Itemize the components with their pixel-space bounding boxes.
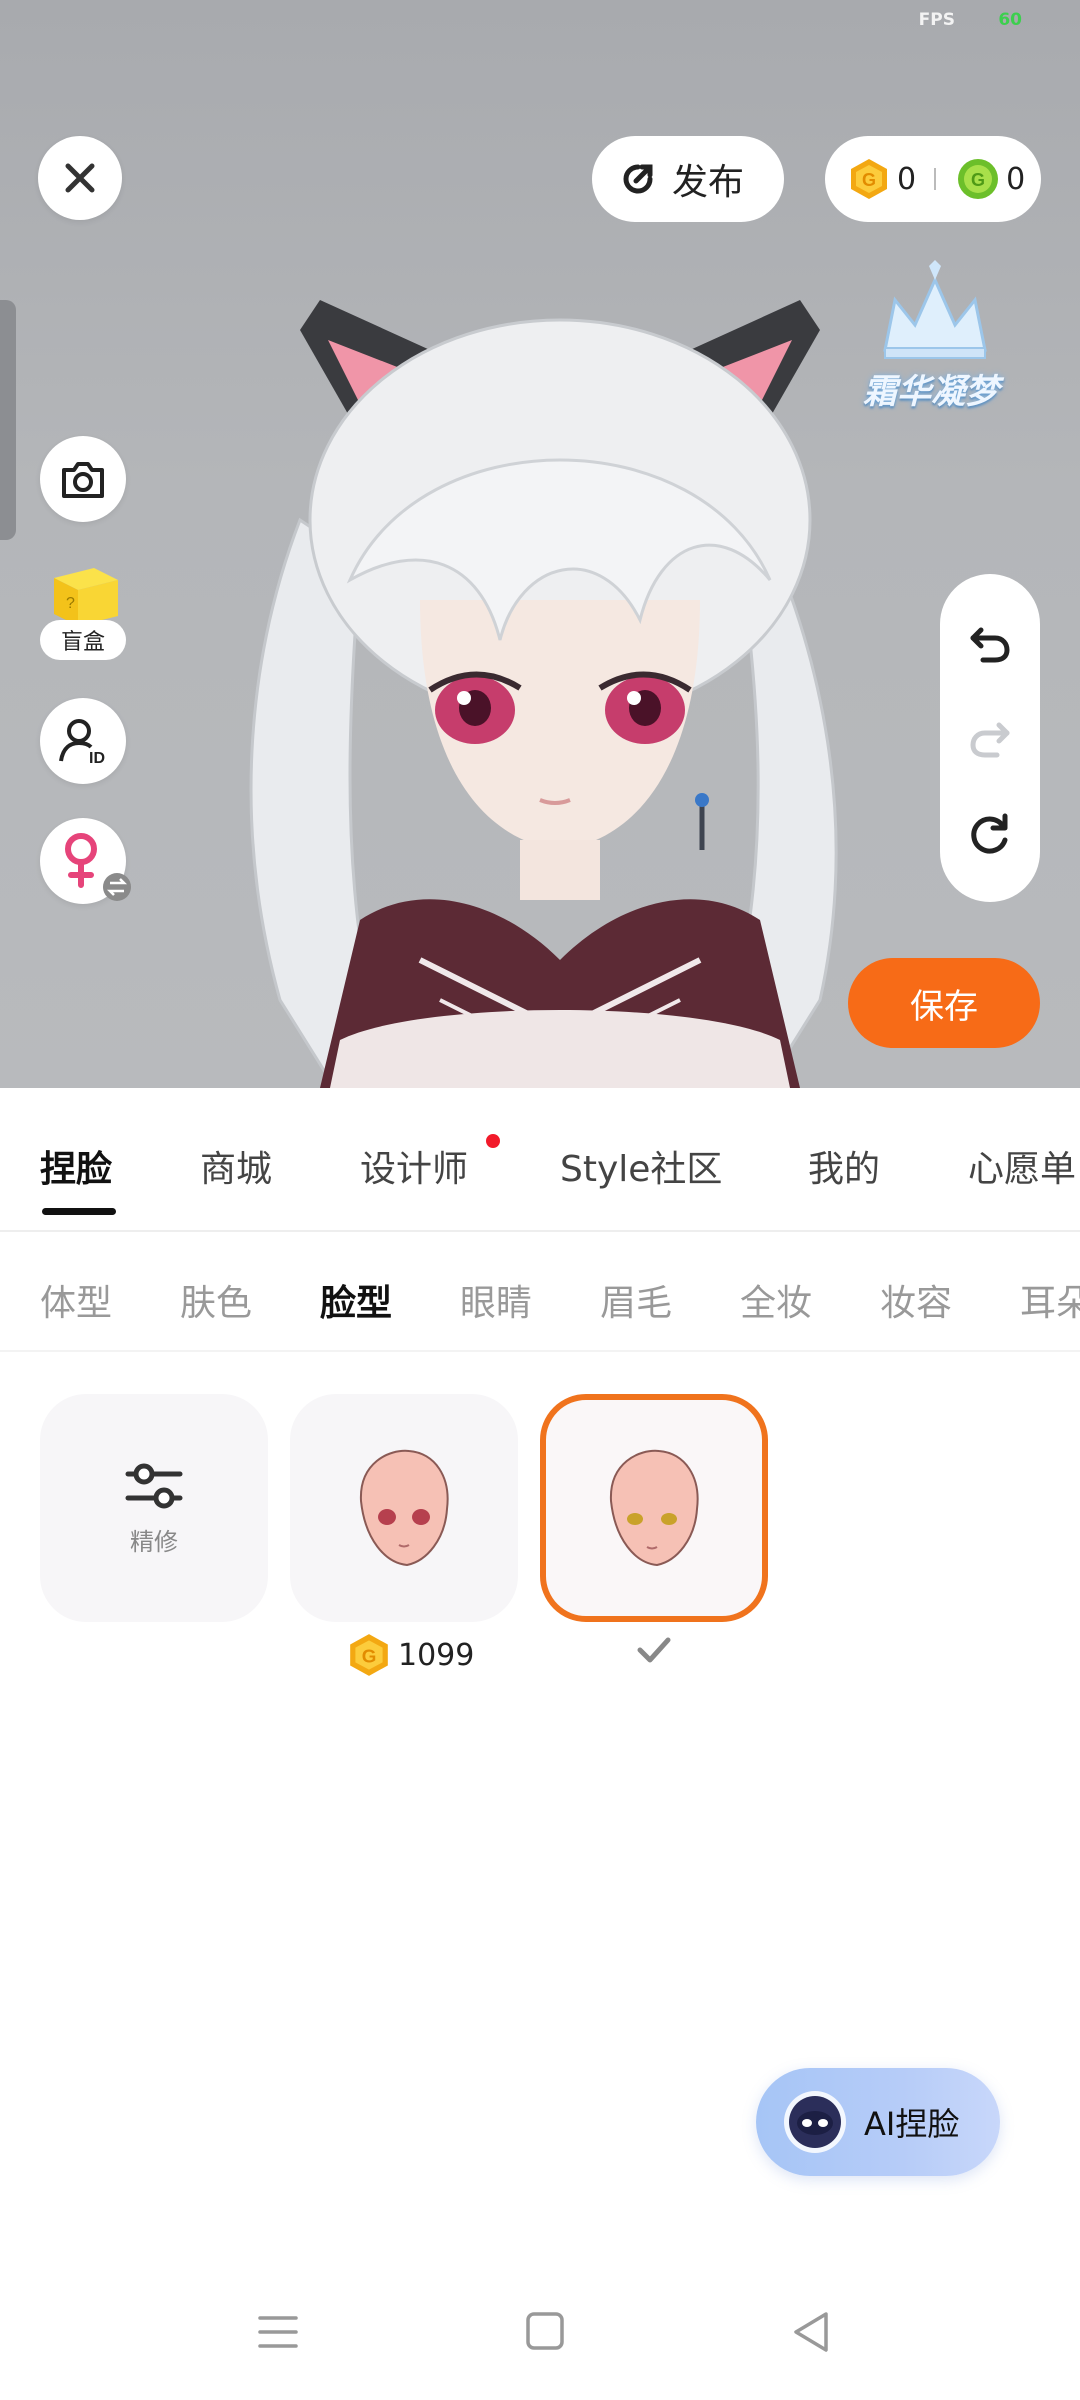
svg-text:G: G: [862, 170, 876, 190]
sliders-icon: [125, 1463, 183, 1508]
tab-designer[interactable]: 设计师: [360, 1140, 468, 1192]
subtab-full-makeup[interactable]: 全妆: [740, 1274, 812, 1326]
user-id-icon: ID: [59, 719, 105, 767]
gold-coin-icon: G: [851, 159, 887, 199]
camera-icon: [62, 462, 104, 498]
history-controls: [940, 574, 1040, 902]
refine-label: 精修: [130, 1527, 178, 1556]
subtab-eyes[interactable]: 眼睛: [460, 1274, 532, 1326]
face-thumbnail: [359, 1449, 449, 1567]
svg-text:ID: ID: [89, 750, 105, 767]
subtab-face-shape[interactable]: 脸型: [320, 1274, 392, 1326]
tab-mine[interactable]: 我的: [808, 1140, 880, 1192]
blind-box-label: 盲盒: [40, 620, 126, 660]
subtab-skin-color[interactable]: 肤色: [180, 1274, 252, 1326]
crown-icon: [883, 260, 987, 359]
price-value: 1099: [398, 1637, 475, 1673]
gold-coin-count: 0: [897, 161, 917, 197]
face-thumbnail: [609, 1449, 699, 1567]
avatar-id-button[interactable]: ID: [40, 698, 126, 784]
face-option-price: G 1099: [346, 1632, 474, 1678]
tab-store[interactable]: 商城: [200, 1140, 272, 1192]
notification-dot: [486, 1134, 500, 1148]
robot-icon: [784, 2091, 846, 2153]
face-option-card-selected[interactable]: [540, 1394, 768, 1622]
refine-card[interactable]: 精修: [40, 1394, 268, 1622]
subtab-ears[interactable]: 耳朵: [1020, 1274, 1080, 1326]
publish-icon: [623, 164, 653, 194]
close-icon: [65, 163, 95, 193]
subtab-body-shape[interactable]: 体型: [40, 1274, 112, 1326]
main-tab-bar: 捏脸 商城 设计师 Style社区 我的 心愿单: [0, 1088, 1080, 1232]
gold-coin-icon: G: [350, 1634, 388, 1676]
currency-balance[interactable]: G 0 G 0: [825, 136, 1041, 222]
subtab-eyebrows[interactable]: 眉毛: [600, 1274, 672, 1326]
home-icon[interactable]: [524, 2310, 566, 2352]
side-drawer-handle[interactable]: [0, 300, 16, 540]
svg-text:G: G: [971, 170, 985, 190]
currency-divider: [934, 168, 937, 190]
ai-face-button[interactable]: AI捏脸: [756, 2068, 1000, 2176]
swap-icon: [103, 873, 131, 901]
back-icon[interactable]: [790, 2310, 832, 2354]
customize-panel: 捏脸 商城 设计师 Style社区 我的 心愿单 体型 肤色 脸型 眼睛 眉毛 …: [0, 1088, 1080, 2400]
svg-text:?: ?: [66, 595, 75, 612]
category-tab-bar: 体型 肤色 脸型 眼睛 眉毛 全妆 妆容 耳朵: [0, 1232, 1080, 1352]
event-logo: 霜华凝梦: [855, 260, 1015, 430]
blind-box-button[interactable]: ? 盲盒: [38, 560, 128, 668]
gender-switch-button[interactable]: [40, 818, 131, 904]
green-coin-count: 0: [1006, 161, 1026, 197]
active-tab-indicator: [42, 1208, 116, 1215]
save-button[interactable]: 保存: [848, 958, 1040, 1048]
event-logo-text: 霜华凝梦: [863, 372, 999, 412]
face-option-card[interactable]: [290, 1394, 518, 1622]
reset-icon[interactable]: [967, 810, 1013, 856]
female-icon: [65, 833, 97, 888]
green-coin-icon: G: [958, 159, 999, 199]
avatar-viewport[interactable]: FPS 60 发布 G 0 G 0 ? 盲盒 ID 霜华凝梦 保存: [0, 0, 1080, 1088]
svg-text:G: G: [362, 1645, 377, 1666]
publish-label: 发布: [672, 162, 745, 203]
tab-style-community[interactable]: Style社区: [560, 1140, 722, 1192]
publish-button[interactable]: 发布: [592, 136, 784, 222]
tab-face-edit[interactable]: 捏脸: [40, 1140, 112, 1192]
menu-icon[interactable]: [256, 2310, 300, 2354]
subtab-makeup[interactable]: 妆容: [880, 1274, 952, 1326]
system-nav-bar: [0, 2270, 1080, 2400]
camera-button[interactable]: [40, 436, 126, 522]
undo-icon[interactable]: [967, 620, 1013, 666]
ai-face-label: AI捏脸: [864, 2105, 960, 2143]
tab-wishlist[interactable]: 心愿单: [968, 1140, 1076, 1192]
redo-icon[interactable]: [967, 715, 1013, 761]
close-button[interactable]: [38, 136, 122, 220]
selected-check-icon: [637, 1637, 671, 1663]
